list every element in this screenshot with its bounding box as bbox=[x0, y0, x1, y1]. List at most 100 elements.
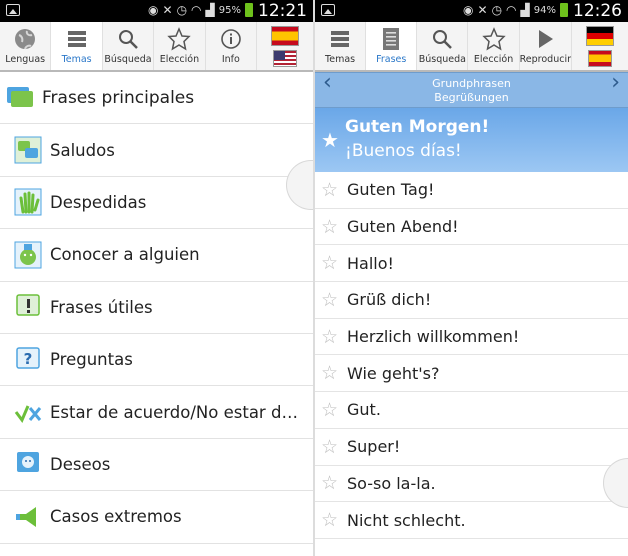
list-icon bbox=[327, 26, 353, 52]
left-screen: ◉ ✕ ◷ ◠ ▟ 95% 12:21 Lenguas Temas Búsque… bbox=[0, 0, 313, 556]
battery-percent: 94% bbox=[533, 4, 556, 16]
phrase-row[interactable]: ☆ Guten Tag! bbox=[315, 172, 628, 209]
list-item[interactable]: ? Preguntas bbox=[0, 334, 313, 387]
selected-translation: ¡Buenos días! bbox=[345, 141, 462, 161]
status-bar: ◉ ✕ ◷ ◠ ▟ 94% 12:26 bbox=[315, 0, 628, 22]
wifi-icon: ◠ bbox=[191, 3, 202, 17]
greeting-icon bbox=[14, 136, 42, 164]
phrase-row[interactable]: ☆ Hallo! bbox=[315, 245, 628, 283]
gallery-icon bbox=[321, 4, 335, 16]
battery-icon bbox=[560, 3, 568, 17]
star-outline-icon[interactable]: ☆ bbox=[321, 509, 343, 531]
spain-flag-icon bbox=[588, 49, 613, 67]
tab-lenguas[interactable]: Lenguas bbox=[0, 22, 52, 70]
tab-busqueda[interactable]: Búsqueda bbox=[417, 22, 469, 70]
alarm-icon: ◷ bbox=[176, 3, 188, 17]
exclamation-icon bbox=[16, 294, 40, 316]
star-outline-icon[interactable]: ☆ bbox=[321, 289, 343, 311]
tab-busqueda[interactable]: Búsqueda bbox=[103, 22, 155, 70]
tab-temas[interactable]: Temas bbox=[51, 22, 103, 70]
signal-icon: ▟ bbox=[520, 3, 530, 17]
search-icon bbox=[429, 26, 455, 52]
phrase-row[interactable]: ☆ Guten Abend! bbox=[315, 209, 628, 246]
phrase-row[interactable]: ☆ Gut. bbox=[315, 392, 628, 429]
signal-icon: ▟ bbox=[205, 3, 215, 17]
clock: 12:21 bbox=[258, 1, 307, 21]
tab-reproducir[interactable]: Reproducir bbox=[520, 22, 573, 70]
category-title: Grundphrasen bbox=[432, 77, 511, 90]
tab-info[interactable]: Info bbox=[206, 22, 258, 70]
question-icon: ? bbox=[16, 346, 40, 369]
star-outline-icon[interactable]: ☆ bbox=[321, 472, 343, 494]
list-item[interactable]: Saludos bbox=[0, 124, 313, 177]
list-item[interactable]: Conocer a alguien bbox=[0, 229, 313, 282]
wish-icon bbox=[17, 452, 39, 473]
list-item[interactable]: Deseos bbox=[0, 439, 313, 492]
globe-icon bbox=[12, 26, 38, 52]
right-screen: ◉ ✕ ◷ ◠ ▟ 94% 12:26 Temas Frases Búsqued… bbox=[315, 0, 628, 556]
star-icon bbox=[166, 26, 192, 52]
gallery-icon bbox=[6, 4, 20, 16]
list-icon bbox=[64, 26, 90, 52]
spain-flag-icon bbox=[271, 25, 300, 46]
top-toolbar: Lenguas Temas Búsqueda Elección Info bbox=[0, 22, 313, 72]
phrase-row[interactable]: ☆ Super! bbox=[315, 429, 628, 466]
waving-hand-icon bbox=[14, 188, 42, 216]
phrase-list: ☆ Guten Tag! ☆ Guten Abend! ☆ Hallo! ☆ Grüß … bbox=[315, 172, 628, 539]
tab-eleccion[interactable]: Elección bbox=[468, 22, 520, 70]
star-outline-icon[interactable]: ☆ bbox=[321, 179, 343, 201]
usa-flag-icon bbox=[273, 49, 298, 67]
star-outline-icon[interactable]: ☆ bbox=[321, 216, 343, 238]
top-toolbar: Temas Frases Búsqueda Elección Reproduci… bbox=[315, 22, 628, 72]
eye-icon: ◉ bbox=[463, 3, 474, 17]
mute-icon: ✕ bbox=[477, 3, 488, 17]
category-navigator: ‹ Grundphrasen Begrüßungen › bbox=[315, 72, 628, 108]
eye-icon: ◉ bbox=[148, 3, 159, 17]
megaphone-icon bbox=[16, 506, 36, 527]
mute-icon: ✕ bbox=[162, 3, 173, 17]
star-outline-icon[interactable]: ☆ bbox=[321, 362, 343, 384]
tab-temas[interactable]: Temas bbox=[315, 22, 367, 70]
topic-list: Frases principales Saludos Despedidas Co… bbox=[0, 72, 313, 544]
battery-percent: 95% bbox=[218, 4, 241, 16]
germany-flag-icon bbox=[586, 25, 615, 46]
selected-german: Guten Morgen! bbox=[345, 117, 490, 137]
phrase-row[interactable]: ☆ Wie geht's? bbox=[315, 355, 628, 393]
status-bar: ◉ ✕ ◷ ◠ ▟ 95% 12:21 bbox=[0, 0, 313, 22]
search-icon bbox=[115, 26, 141, 52]
star-outline-icon[interactable]: ☆ bbox=[321, 399, 343, 421]
language-flags[interactable] bbox=[257, 22, 313, 70]
phrase-row[interactable]: ☆ Herzlich willkommen! bbox=[315, 319, 628, 356]
tab-eleccion[interactable]: Elección bbox=[154, 22, 206, 70]
star-outline-icon[interactable]: ☆ bbox=[321, 436, 343, 458]
star-filled-icon[interactable]: ★ bbox=[321, 128, 339, 152]
chevron-left-icon[interactable]: ‹ bbox=[323, 72, 332, 94]
star-outline-icon[interactable]: ☆ bbox=[321, 252, 343, 274]
svg-text:?: ? bbox=[24, 350, 33, 368]
list-item[interactable]: Despedidas bbox=[0, 177, 313, 230]
phrase-row[interactable]: ☆ Nicht schlecht. bbox=[315, 502, 628, 539]
list-item[interactable]: Casos extremos bbox=[0, 491, 313, 544]
phrase-row[interactable]: ☆ So-so la-la. bbox=[315, 466, 628, 503]
clock: 12:26 bbox=[573, 1, 622, 21]
selected-phrase[interactable]: ★ Guten Morgen! ¡Buenos días! bbox=[315, 108, 628, 172]
list-item[interactable]: Frases útiles bbox=[0, 282, 313, 334]
list-header[interactable]: Frases principales bbox=[0, 72, 313, 125]
star-icon bbox=[481, 26, 507, 52]
star-outline-icon[interactable]: ☆ bbox=[321, 326, 343, 348]
meet-person-icon bbox=[14, 241, 42, 269]
list-item[interactable]: Estar de acuerdo/No estar de a... bbox=[0, 386, 313, 439]
chevron-right-icon[interactable]: › bbox=[611, 72, 620, 94]
chat-icon bbox=[7, 86, 33, 107]
list-header-label: Frases principales bbox=[42, 87, 195, 108]
info-icon bbox=[218, 26, 244, 52]
document-icon bbox=[378, 26, 404, 52]
phrase-row[interactable]: ☆ Grüß dich! bbox=[315, 282, 628, 319]
language-flags[interactable] bbox=[572, 22, 628, 70]
wifi-icon: ◠ bbox=[506, 3, 517, 17]
tab-frases[interactable]: Frases bbox=[366, 22, 418, 70]
battery-icon bbox=[245, 3, 253, 17]
subcategory-title: Begrüßungen bbox=[434, 91, 509, 104]
alarm-icon: ◷ bbox=[491, 3, 503, 17]
play-icon bbox=[532, 26, 558, 52]
